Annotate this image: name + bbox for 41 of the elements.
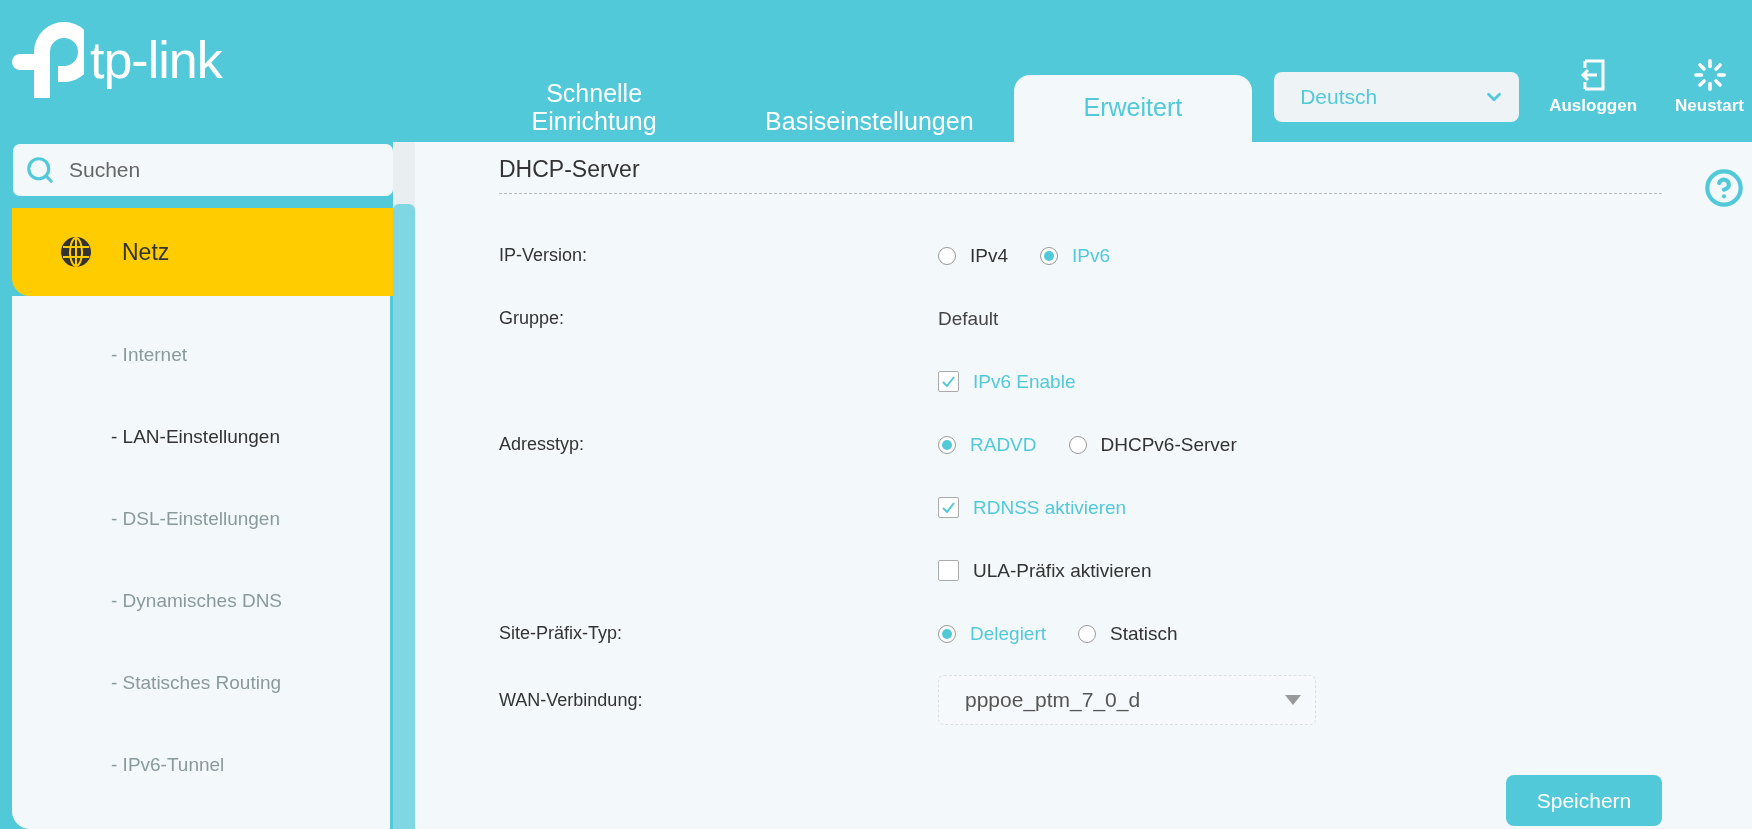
field-label: Gruppe: — [499, 308, 566, 329]
check-icon — [942, 502, 955, 513]
sidebar-item[interactable]: - Internet — [12, 314, 390, 396]
logo-mark-icon — [12, 22, 84, 98]
sidebar-item[interactable]: - Dynamisches DNS — [12, 560, 390, 642]
field-label: Site-Präfix-Typ: — [499, 623, 624, 644]
wan-select[interactable]: pppoe_ptm_7_0_d — [938, 675, 1316, 725]
checkbox-option[interactable]: IPv6 Enable — [938, 370, 1076, 393]
help-icon[interactable] — [1704, 168, 1744, 208]
radio-option[interactable]: RADVD — [938, 433, 1037, 456]
sidebar-section[interactable]: Netz — [12, 208, 393, 296]
save-button[interactable]: Speichern — [1506, 775, 1662, 826]
radio-option[interactable]: IPv6 — [1040, 244, 1111, 267]
radio-option[interactable]: Delegiert — [938, 622, 1047, 645]
field-label: Adresstyp: — [499, 434, 586, 455]
restart-button[interactable]: Neustart — [1667, 58, 1752, 116]
search-icon — [25, 155, 55, 185]
checkbox-option[interactable]: ULA-Präfix aktivieren — [938, 559, 1152, 582]
check-icon — [942, 376, 955, 387]
radio-option[interactable]: DHCPv6-Server — [1068, 433, 1237, 456]
search-field[interactable]: Suchen — [13, 144, 393, 196]
sidebar-item[interactable]: - DSL-Einstellungen — [12, 478, 390, 560]
field-label: WAN-Verbindung: — [499, 689, 644, 711]
spinner-icon — [1692, 58, 1727, 92]
language-select[interactable]: Deutsch — [1274, 72, 1520, 122]
logout-button[interactable]: Ausloggen — [1541, 58, 1646, 116]
field-label: IP-Version: — [499, 245, 589, 266]
section-title: DHCP-Server — [499, 142, 1662, 194]
sidebar-item[interactable]: - LAN-Einstellungen — [12, 396, 390, 478]
nav-tab[interactable]: Erweitert — [1013, 75, 1253, 142]
dropdown-triangle-icon — [1285, 695, 1301, 705]
radio-option[interactable]: IPv4 — [938, 244, 1009, 267]
section-label: Netz — [122, 238, 170, 266]
nav-tab[interactable]: Basiseinstellungen — [765, 107, 974, 142]
nav-tab[interactable]: Schnelle Einrichtung — [483, 78, 706, 142]
globe-icon — [60, 236, 92, 268]
field-value: Default — [938, 307, 999, 330]
sidebar-item[interactable]: - Statisches Routing — [12, 642, 390, 724]
sidebar-item[interactable]: - IPv6-Tunnel — [12, 724, 390, 806]
radio-option[interactable]: Statisch — [1078, 622, 1178, 645]
checkbox-option[interactable]: RDNSS aktivieren — [938, 496, 1127, 519]
